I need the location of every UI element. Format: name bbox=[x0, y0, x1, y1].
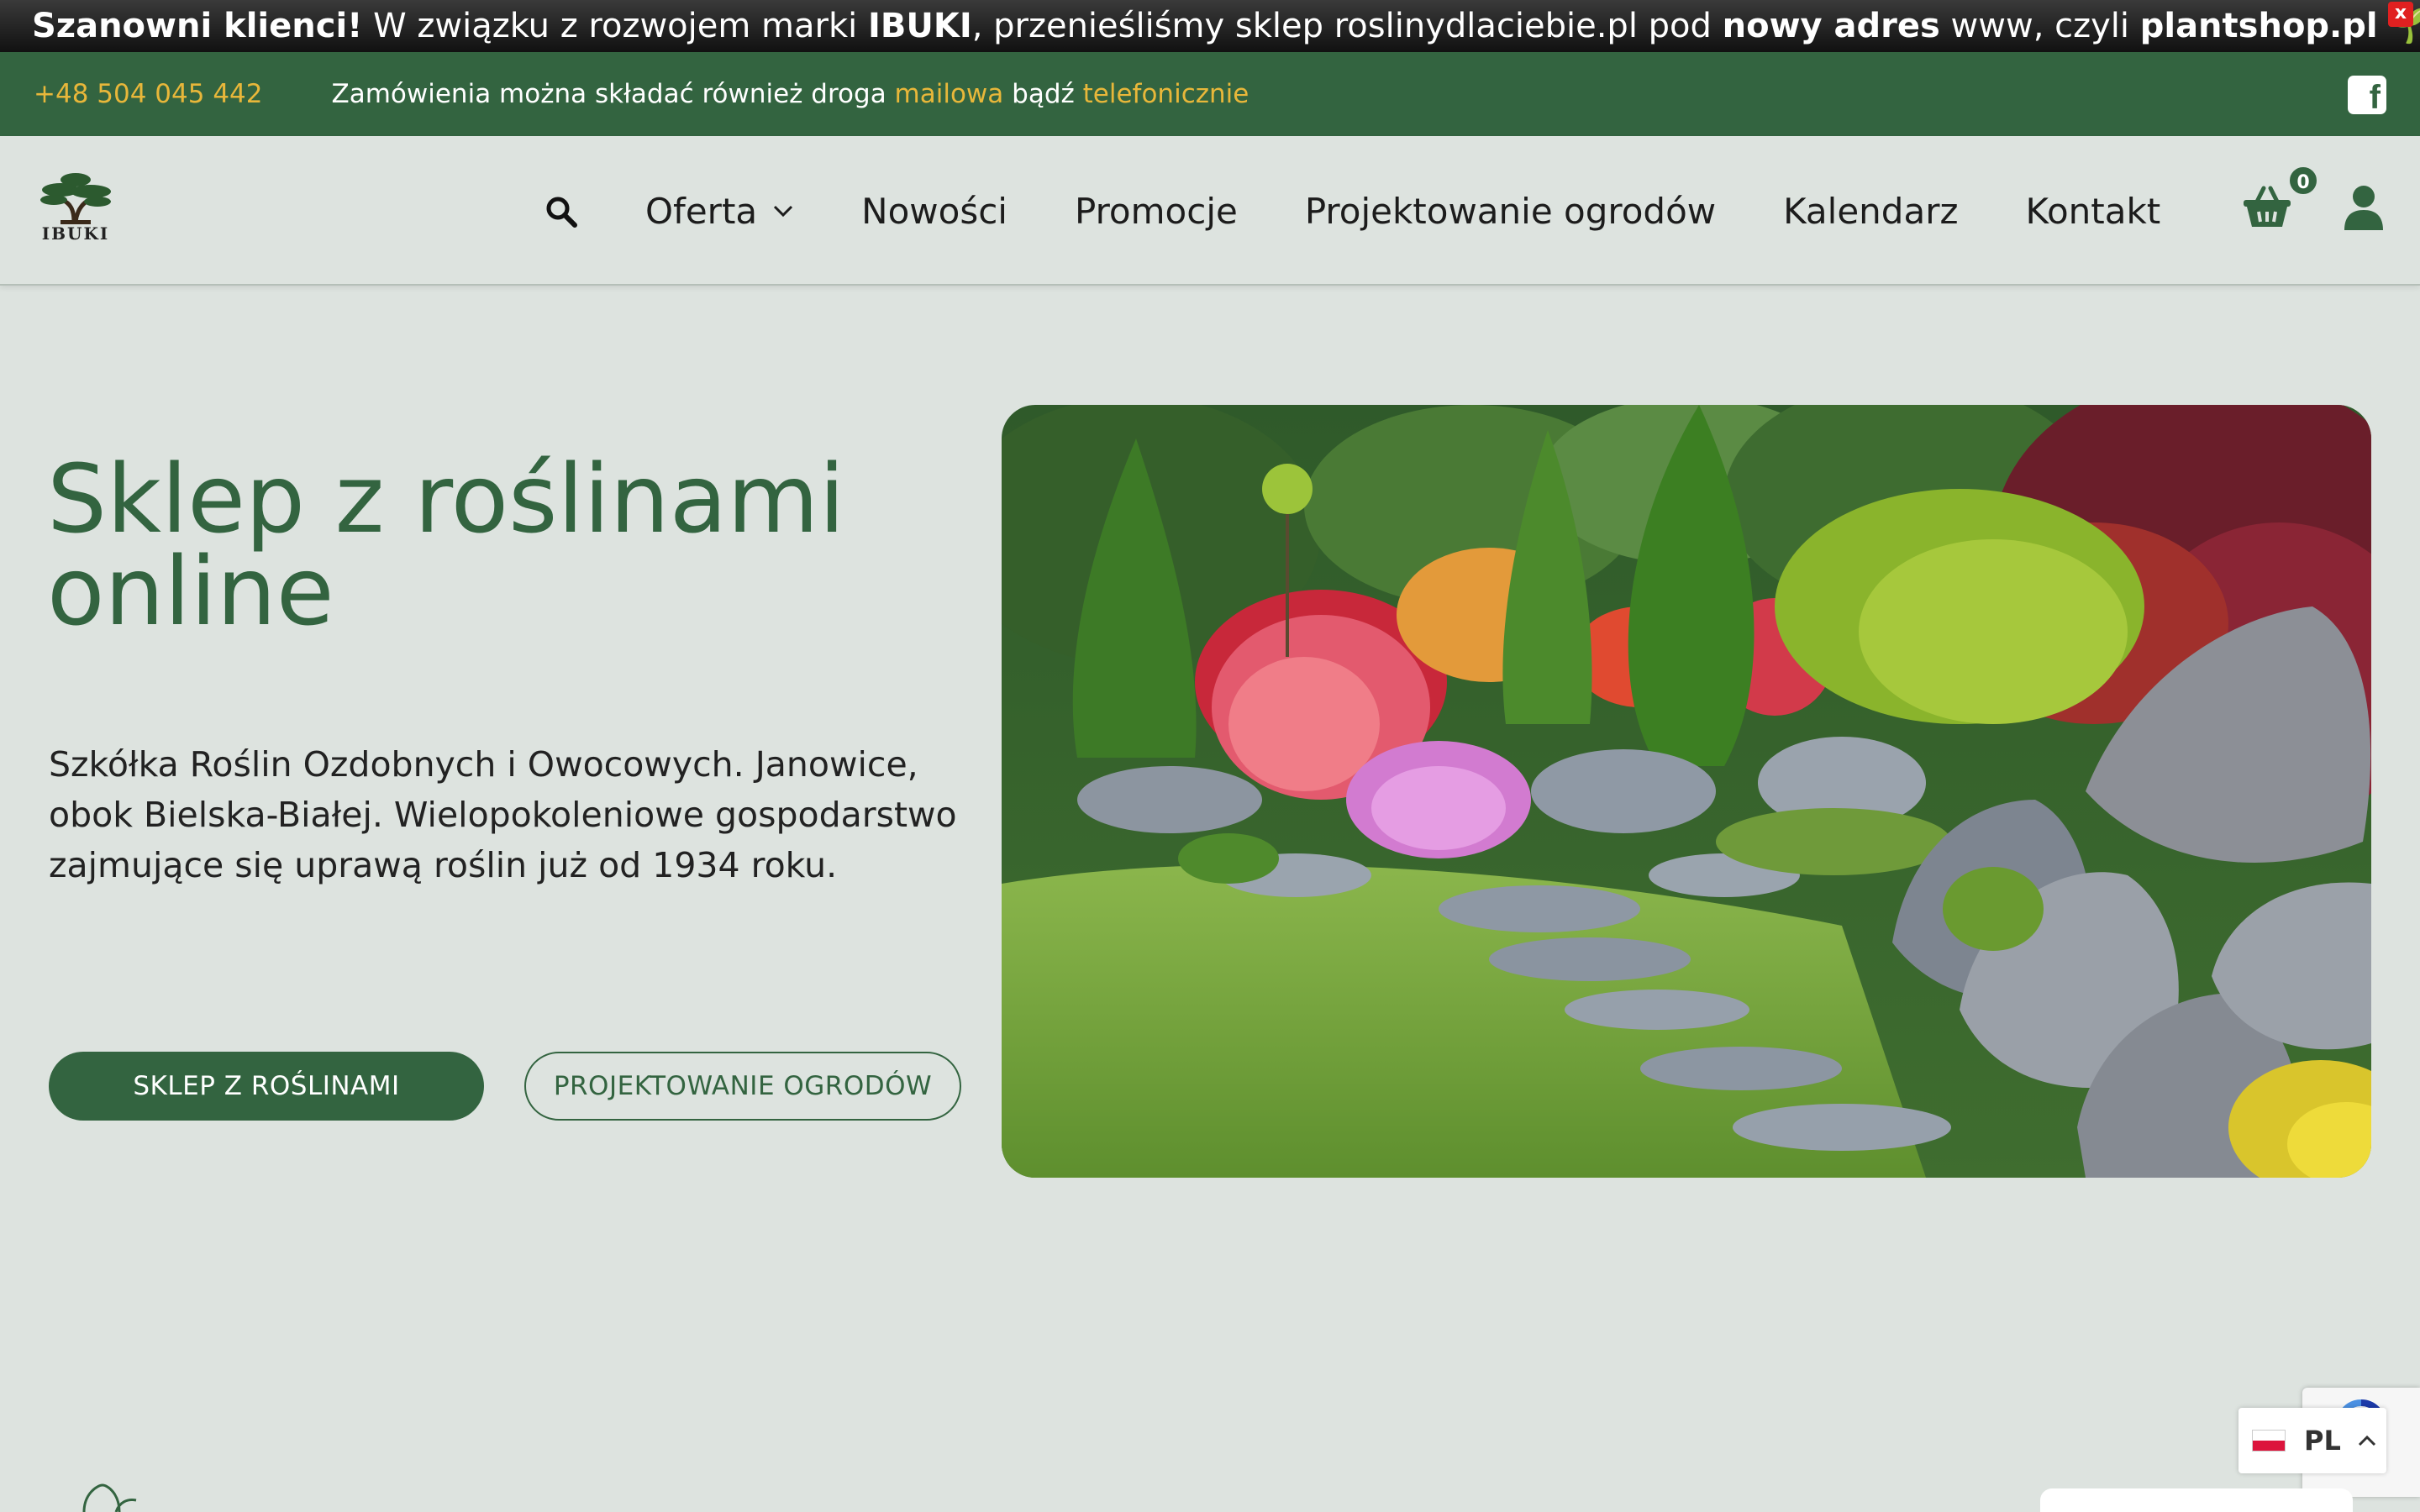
orders-text: Zamówienia można składać również droga bbox=[331, 79, 895, 109]
page-title-line2: online bbox=[47, 538, 334, 647]
phone-link[interactable]: +48 504 045 442 bbox=[34, 79, 263, 109]
contact-bar: +48 504 045 442 Zamówienia można składać… bbox=[0, 52, 2420, 136]
nav-item-kontakt[interactable]: Kontakt bbox=[2026, 191, 2161, 232]
orders-text-mid: bądź bbox=[1003, 79, 1083, 109]
phone-order-link[interactable]: telefonicznie bbox=[1083, 79, 1249, 109]
language-code: PL bbox=[2304, 1425, 2341, 1457]
notice-brand: IBUKI bbox=[867, 7, 972, 45]
logo-text: IBUKI bbox=[41, 223, 110, 244]
nav-item-kalendarz[interactable]: Kalendarz bbox=[1783, 191, 1958, 232]
shop-plants-button[interactable]: SKLEP Z ROŚLINAMI bbox=[49, 1052, 484, 1121]
main-nav: Oferta Nowości Promocje Projektowanie og… bbox=[645, 136, 2160, 286]
floating-widget[interactable] bbox=[2040, 1488, 2353, 1512]
notice-text-2: , przenieśliśmy sklep roslinydlaciebie.p… bbox=[971, 7, 1723, 45]
garden-illustration bbox=[1002, 405, 2371, 1178]
basket-icon[interactable] bbox=[2242, 183, 2292, 230]
orders-info: Zamówienia można składać również droga m… bbox=[332, 79, 1249, 109]
notice-text-3: www, czyli bbox=[1939, 7, 2140, 45]
notice-text: W związku z rozwojem marki bbox=[362, 7, 868, 45]
nav-item-nowosci[interactable]: Nowości bbox=[861, 191, 1007, 232]
logo[interactable]: IBUKI bbox=[37, 170, 114, 252]
garden-hero-image bbox=[1002, 405, 2371, 1178]
nav-item-oferta[interactable]: Oferta bbox=[645, 191, 794, 232]
poland-flag-icon bbox=[2252, 1430, 2286, 1452]
announcement-bar: Szanowni klienci! W związku z rozwojem m… bbox=[0, 0, 2420, 52]
garden-design-button[interactable]: PROJEKTOWANIE OGRODÓW bbox=[524, 1052, 961, 1121]
close-notice-button[interactable]: x bbox=[2388, 2, 2413, 27]
bonsai-icon bbox=[40, 173, 111, 224]
facebook-icon[interactable]: f bbox=[2348, 76, 2386, 116]
notice-greeting: Szanowni klienci! bbox=[32, 7, 363, 45]
cart-count-badge: 0 bbox=[2287, 165, 2319, 197]
user-icon[interactable] bbox=[2343, 185, 2385, 230]
page-title: Sklep z roślinami online bbox=[47, 453, 971, 639]
nav-item-promocje[interactable]: Promocje bbox=[1075, 191, 1238, 232]
nav-item-projektowanie[interactable]: Projektowanie ogrodów bbox=[1305, 191, 1716, 232]
notice-domain: plantshop.pl bbox=[2139, 7, 2378, 45]
leaf-outline-icon bbox=[82, 1483, 137, 1512]
site-header: IBUKI Oferta Nowości Promocje Projektowa… bbox=[0, 136, 2420, 286]
search-icon[interactable] bbox=[544, 195, 578, 228]
chevron-down-icon bbox=[774, 205, 793, 218]
email-order-link[interactable]: mailowa bbox=[895, 79, 1004, 109]
notice-new-address: nowy adres bbox=[1722, 7, 1940, 45]
nav-item-label: Oferta bbox=[645, 190, 758, 232]
hero-description: Szkółka Roślin Ozdobnych i Owocowych. Ja… bbox=[49, 744, 957, 885]
language-switcher[interactable]: PL bbox=[2238, 1408, 2386, 1473]
chevron-up-icon bbox=[2358, 1435, 2375, 1446]
